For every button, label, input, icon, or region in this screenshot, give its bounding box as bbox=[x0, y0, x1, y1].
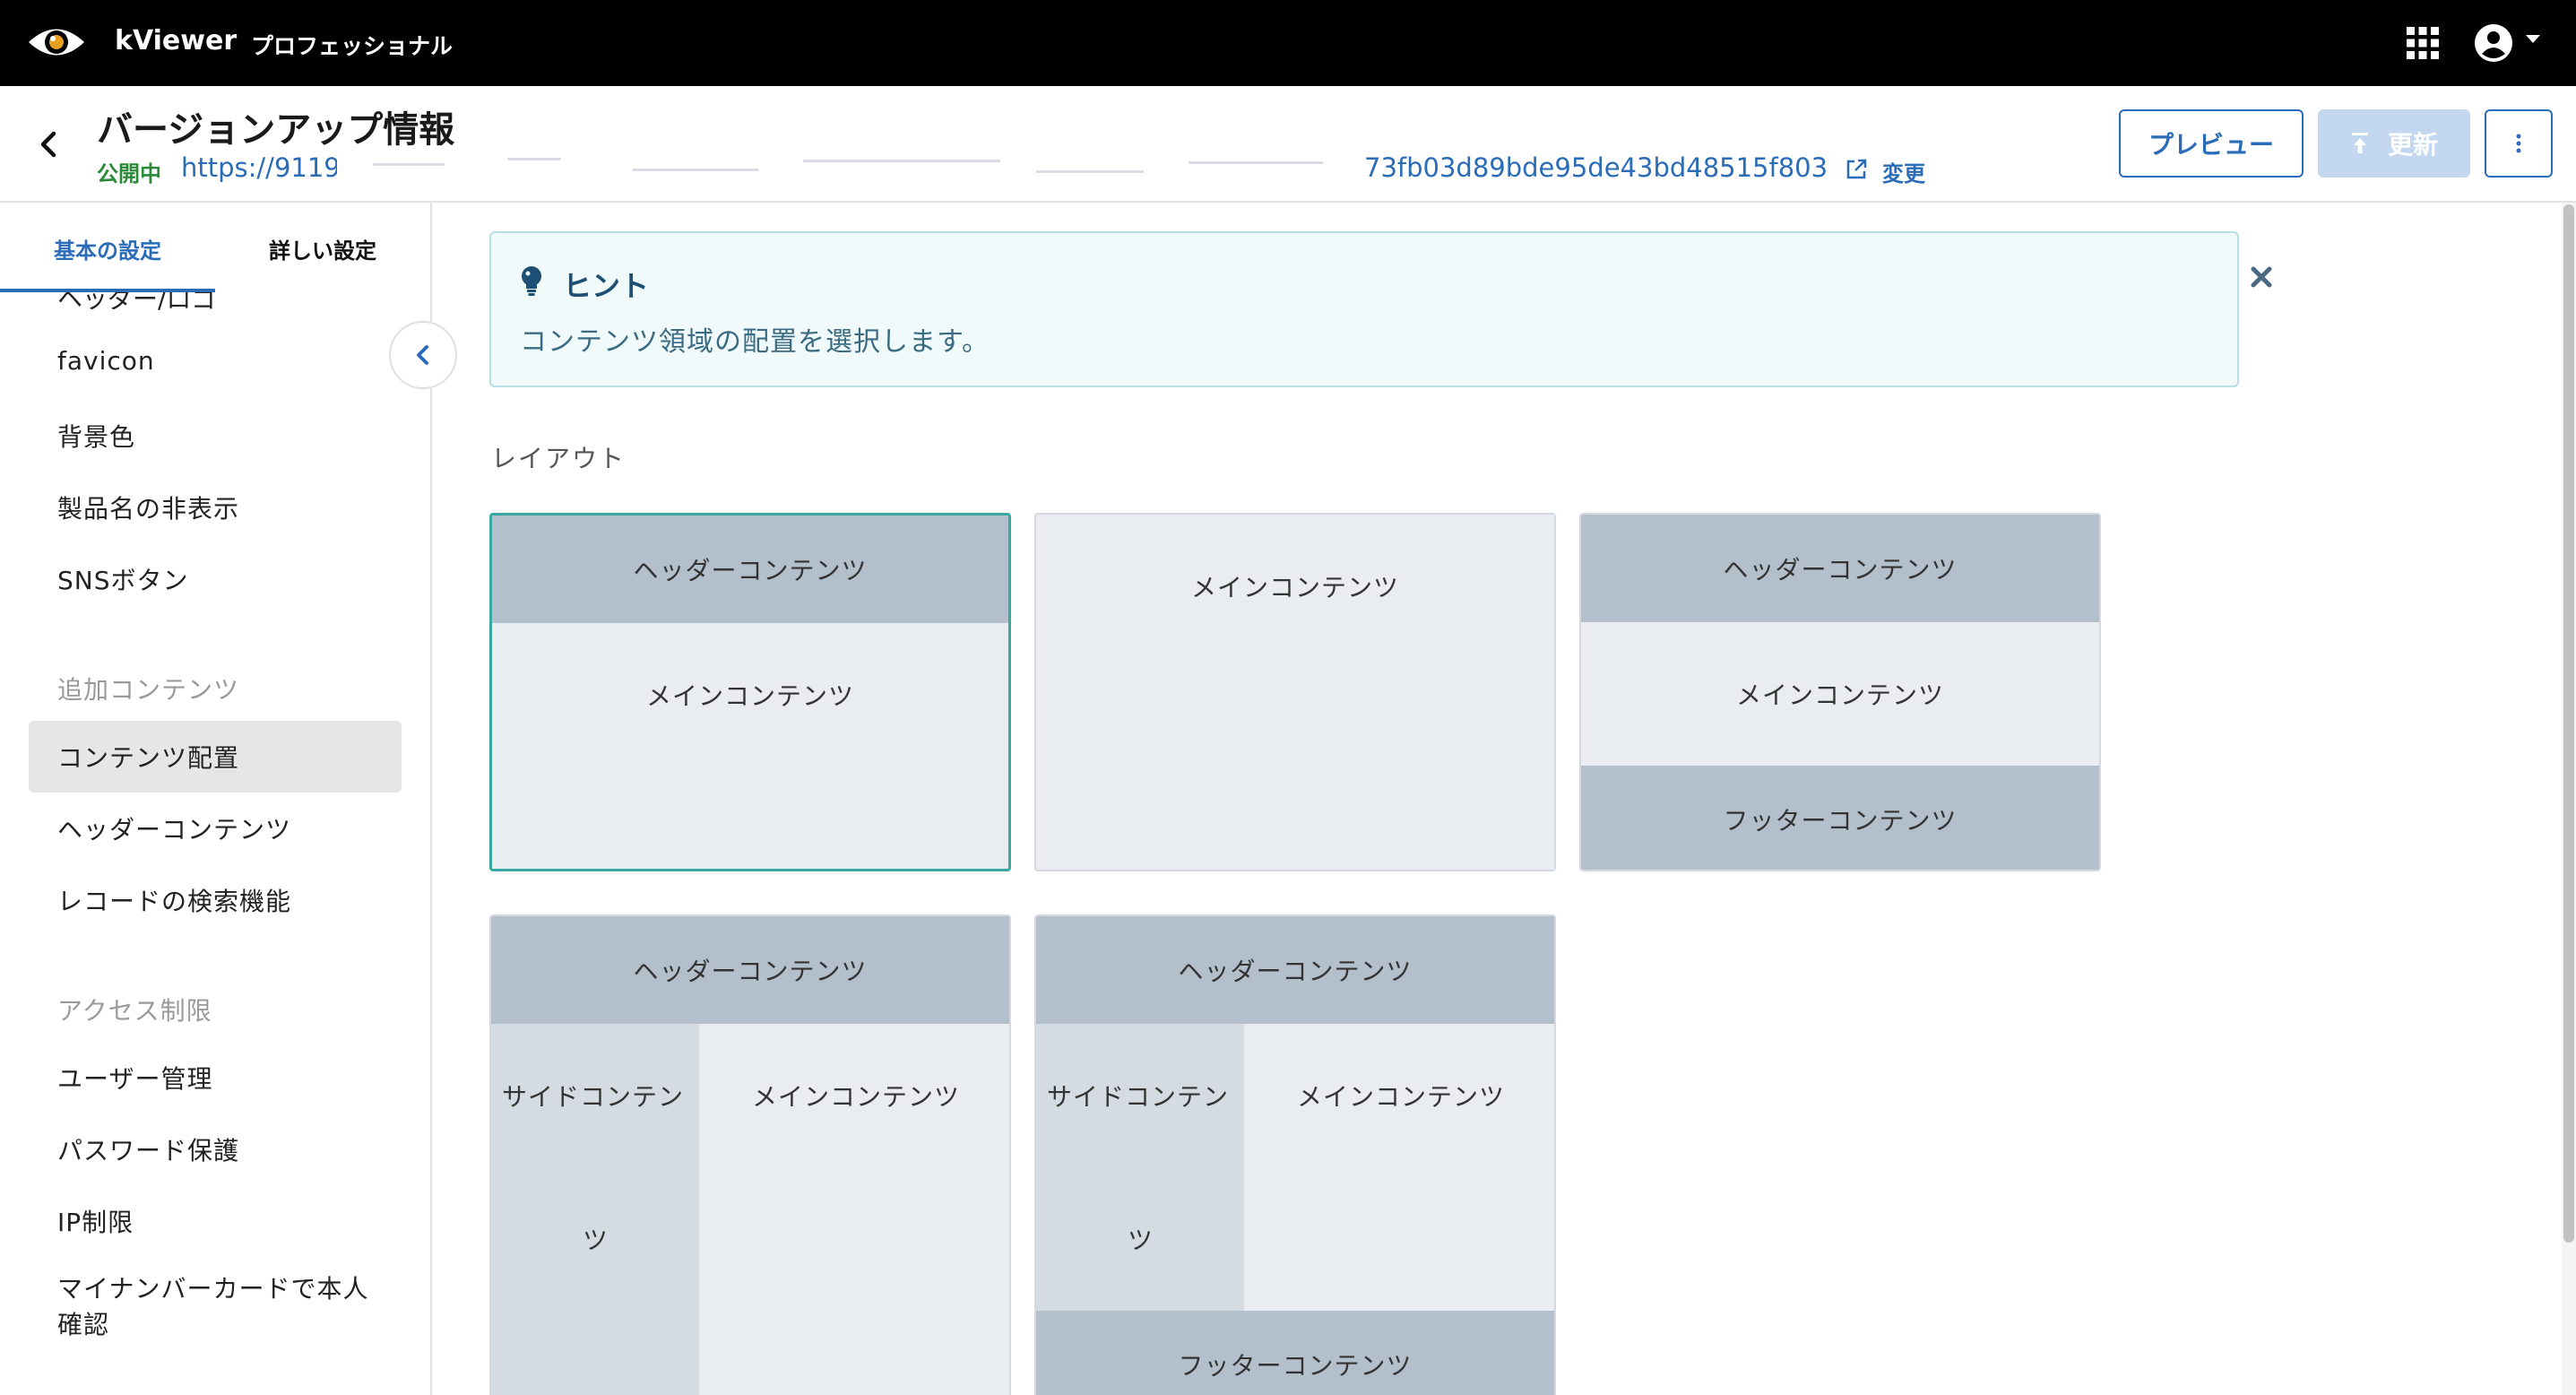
region-header: ヘッダーコンテンツ bbox=[1581, 515, 2099, 622]
upload-icon bbox=[2351, 133, 2368, 153]
chevron-left-icon bbox=[417, 345, 428, 365]
sidebar-item-user-management[interactable]: ユーザー管理 bbox=[57, 1060, 212, 1096]
public-url-start[interactable]: https://9119 bbox=[181, 152, 341, 183]
region-main: メインコンテンツ bbox=[1244, 1024, 1554, 1311]
sidebar-item-header-content[interactable]: ヘッダーコンテンツ bbox=[57, 810, 291, 846]
layout-option-header-side-main[interactable]: ヘッダーコンテンツ サイドコンテン ツ メインコンテンツ bbox=[489, 914, 1011, 1395]
sidebar-item-background-color[interactable]: 背景色 bbox=[57, 418, 135, 454]
layout-option-header-main[interactable]: ヘッダーコンテンツ メインコンテンツ bbox=[489, 513, 1011, 871]
eye-logo-icon[interactable] bbox=[27, 20, 86, 65]
region-header: ヘッダーコンテンツ bbox=[491, 916, 1009, 1024]
sidebar-item-favicon[interactable]: favicon bbox=[57, 346, 155, 376]
edition-label: プロフェッショナル bbox=[251, 33, 454, 59]
preview-button[interactable]: プレビュー bbox=[2119, 109, 2304, 178]
url-redaction bbox=[337, 151, 1359, 186]
region-footer-label: フッターコンテンツ bbox=[1178, 1351, 1413, 1381]
grid-apps-icon[interactable] bbox=[2406, 26, 2440, 60]
page-title: バージョンアップ情報 bbox=[97, 109, 455, 151]
layout-option-main-only[interactable]: メインコンテンツ bbox=[1034, 513, 1556, 871]
sidebar-item-content-layout[interactable]: コンテンツ配置 bbox=[57, 739, 239, 775]
app-name: kViewer bbox=[115, 25, 238, 56]
active-tab-indicator bbox=[0, 289, 215, 292]
region-header-label: ヘッダーコンテンツ bbox=[1723, 555, 1958, 585]
hint-title: ヒント bbox=[563, 269, 650, 303]
region-footer: フッターコンテンツ bbox=[1581, 766, 2099, 870]
region-main-label: メインコンテンツ bbox=[1735, 680, 1944, 710]
external-link-icon[interactable] bbox=[1845, 158, 1868, 181]
sidebar-item-password-protection[interactable]: パスワード保護 bbox=[57, 1131, 239, 1167]
status-badge: 公開中 bbox=[97, 161, 161, 186]
hint-panel: ヒント コンテンツ領域の配置を選択します。 bbox=[489, 231, 2272, 387]
layout-option-header-main-footer[interactable]: ヘッダーコンテンツ メインコンテンツ フッターコンテンツ bbox=[1579, 513, 2101, 871]
region-side bbox=[1036, 1024, 1244, 1311]
collapse-sidebar-button[interactable] bbox=[389, 321, 457, 389]
layout-option-header-side-main-footer[interactable]: ヘッダーコンテンツ サイドコンテン ツ メインコンテンツ フッターコンテンツ bbox=[1034, 914, 1556, 1395]
sidebar-heading-access-control: アクセス制限 bbox=[57, 996, 212, 1026]
sidebar-item-mynumber-verification[interactable]: マイナンバーカードで本人確認 bbox=[57, 1271, 380, 1343]
close-icon[interactable] bbox=[2248, 264, 2275, 290]
region-side-label: サイドコンテン bbox=[1047, 1082, 1230, 1112]
region-side-label: サイドコンテン bbox=[502, 1082, 685, 1112]
tab-advanced-settings[interactable]: 詳しい設定 bbox=[269, 233, 376, 264]
more-vertical-icon bbox=[2516, 134, 2521, 153]
region-main: メインコンテンツ bbox=[492, 623, 1008, 869]
sidebar-item-ip-restriction[interactable]: IP制限 bbox=[57, 1203, 134, 1239]
region-main: メインコンテンツ bbox=[699, 1024, 1009, 1395]
region-main: メインコンテンツ bbox=[1581, 622, 2099, 766]
sidebar-item-hide-product-name[interactable]: 製品名の非表示 bbox=[57, 490, 239, 525]
scrollbar-thumb[interactable] bbox=[2563, 204, 2574, 1243]
region-footer-label: フッターコンテンツ bbox=[1723, 806, 1958, 836]
change-url-link[interactable]: 変更 bbox=[1882, 156, 1925, 187]
region-side-label-wrap: ツ bbox=[1128, 1226, 1154, 1255]
region-header-label: ヘッダーコンテンツ bbox=[633, 957, 868, 986]
region-main: メインコンテンツ bbox=[1036, 515, 1554, 870]
public-url-end[interactable]: 73fb03d89bde95de43bd48515f803 bbox=[1364, 152, 1828, 183]
page-header: バージョンアップ情報 公開中 https://9119 73fb03d89bde… bbox=[0, 86, 2576, 203]
back-arrow-icon[interactable] bbox=[30, 126, 68, 163]
settings-tabs: 基本の設定 詳しい設定 bbox=[0, 203, 430, 292]
app-window: kViewer プロフェッショナル バージョンアップ情報 公開中 https:/… bbox=[0, 0, 2576, 1395]
region-main-label: メインコンテンツ bbox=[1296, 1082, 1505, 1112]
region-header-label: ヘッダーコンテンツ bbox=[1178, 957, 1413, 986]
region-header-label: ヘッダーコンテンツ bbox=[633, 556, 868, 585]
region-main-label: メインコンテンツ bbox=[751, 1082, 960, 1112]
region-header: ヘッダーコンテンツ bbox=[1036, 916, 1554, 1024]
region-footer: フッターコンテンツ bbox=[1036, 1311, 1554, 1395]
hint-text: コンテンツ領域の配置を選択します。 bbox=[520, 326, 990, 358]
lightbulb-icon bbox=[522, 266, 541, 296]
sidebar-item-record-search[interactable]: レコードの検索機能 bbox=[57, 882, 291, 918]
account-menu-caret-icon[interactable] bbox=[2524, 32, 2542, 45]
top-bar: kViewer プロフェッショナル bbox=[0, 0, 2576, 86]
layout-section-label: レイアウト bbox=[491, 444, 627, 473]
account-circle-icon[interactable] bbox=[2474, 23, 2513, 63]
update-button-label: 更新 bbox=[2387, 130, 2438, 160]
tab-basic-settings[interactable]: 基本の設定 bbox=[54, 233, 161, 264]
region-side-label-wrap: ツ bbox=[583, 1226, 609, 1255]
settings-sidebar: ヘッダー/ロゴ 基本の設定 詳しい設定 favicon 背景色 製品名の非表示 … bbox=[0, 203, 432, 1395]
region-main-label: メインコンテンツ bbox=[1190, 573, 1399, 602]
sidebar-heading-additional-content: 追加コンテンツ bbox=[57, 675, 240, 705]
region-main-label: メインコンテンツ bbox=[645, 681, 854, 711]
more-options-button[interactable] bbox=[2485, 109, 2553, 178]
update-button[interactable]: 更新 bbox=[2318, 109, 2470, 178]
sidebar-item-sns-buttons[interactable]: SNSボタン bbox=[57, 561, 189, 597]
region-header: ヘッダーコンテンツ bbox=[492, 516, 1008, 623]
main-panel: ヒント コンテンツ領域の配置を選択します。 レイアウト ヘッダーコンテンツ メイ… bbox=[434, 203, 2576, 1395]
